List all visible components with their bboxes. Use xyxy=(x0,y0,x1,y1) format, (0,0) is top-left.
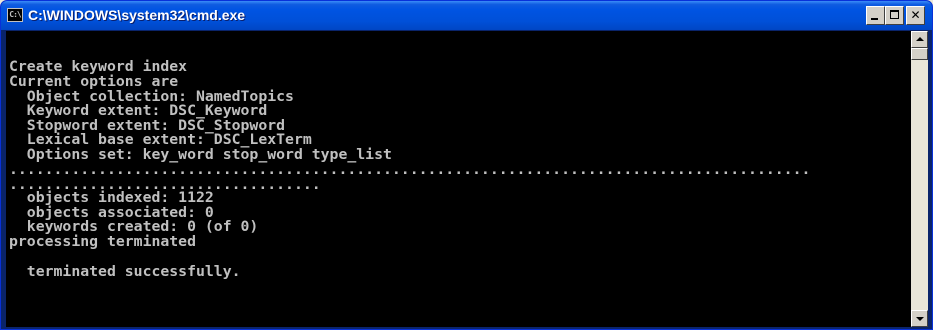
console-line: Create keyword index xyxy=(9,59,188,75)
close-button[interactable]: ✕ xyxy=(906,6,925,25)
scroll-down-button[interactable] xyxy=(911,310,928,327)
scroll-up-button[interactable] xyxy=(911,31,928,48)
window-title: C:\WINDOWS\system32\cmd.exe xyxy=(28,7,246,23)
console-line: keywords created: 0 (of 0) xyxy=(9,219,259,235)
console-output[interactable]: Create keyword index Current options are… xyxy=(6,31,911,327)
console-line: objects indexed: 1122 xyxy=(9,190,214,206)
minimize-button[interactable] xyxy=(866,6,885,25)
console-line: processing terminated xyxy=(9,234,196,250)
cmd-app-icon[interactable]: C:\ xyxy=(7,8,23,22)
maximize-icon xyxy=(890,10,899,19)
console-line: Options set: key_word stop_word type_lis… xyxy=(9,147,392,163)
console-line: terminated successfully. xyxy=(9,264,241,280)
scrollbar-thumb[interactable] xyxy=(911,48,928,60)
console-window: C:\ C:\WINDOWS\system32\cmd.exe ✕ Create… xyxy=(0,0,933,330)
title-bar[interactable]: C:\ C:\WINDOWS\system32\cmd.exe ✕ xyxy=(1,1,932,30)
console-line: Keyword extent: DSC_Keyword xyxy=(9,103,268,119)
arrow-down-icon xyxy=(916,317,924,321)
arrow-up-icon xyxy=(916,37,924,41)
vertical-scrollbar[interactable] xyxy=(911,31,928,327)
console-line: Current options are xyxy=(9,74,179,90)
console-line: Lexical base extent: DSC_LexTerm xyxy=(9,132,312,148)
console-separator: ........................................… xyxy=(9,162,811,178)
close-icon: ✕ xyxy=(910,8,921,22)
minimize-icon xyxy=(871,18,878,20)
maximize-button[interactable] xyxy=(885,6,904,25)
